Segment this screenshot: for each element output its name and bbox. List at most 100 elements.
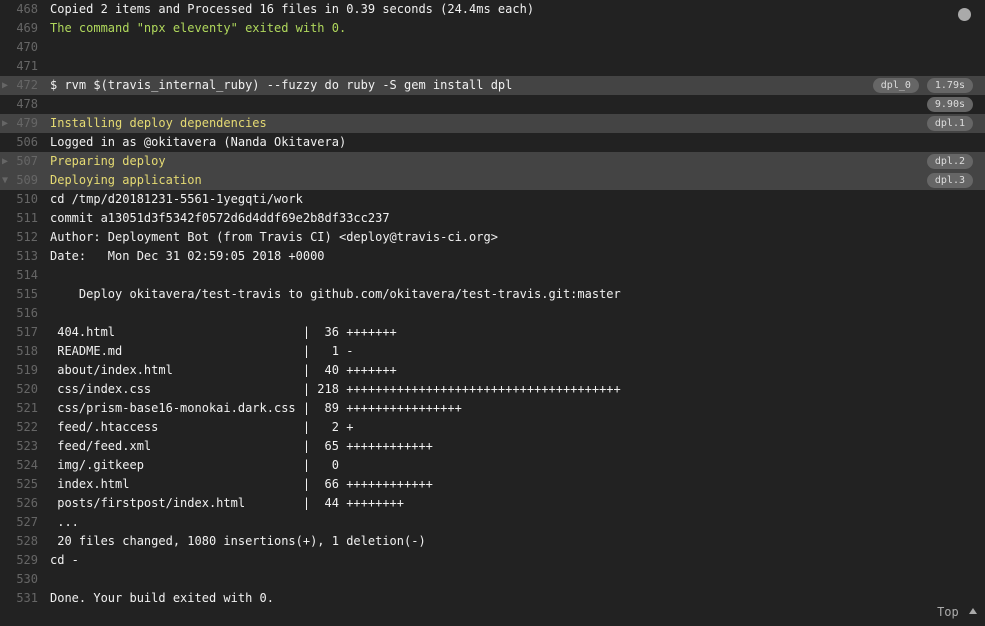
log-text: cd /tmp/d20181231-5561-1yegqti/work [50,190,985,209]
timing-badge: 1.79s [927,78,973,93]
log-text: css/index.css | 218 ++++++++++++++++++++… [50,380,985,399]
log-line: 469The command "npx eleventy" exited wit… [0,19,985,38]
line-number[interactable]: 510 [0,190,50,209]
line-number[interactable]: 518 [0,342,50,361]
log-line: 526 posts/firstpost/index.html | 44 ++++… [0,494,985,513]
log-line: 531Done. Your build exited with 0. [0,589,985,608]
log-line: 521 css/prism-base16-monokai.dark.css | … [0,399,985,418]
log-line: 513Date: Mon Dec 31 02:59:05 2018 +0000 [0,247,985,266]
log-text: 20 files changed, 1080 insertions(+), 1 … [50,532,985,551]
log-text: $ rvm $(travis_internal_ruby) --fuzzy do… [50,76,985,95]
log-text: feed/feed.xml | 65 ++++++++++++ [50,437,985,456]
log-text: feed/.htaccess | 2 + [50,418,985,437]
line-number[interactable]: 516 [0,304,50,323]
log-text: Deploy okitavera/test-travis to github.c… [50,285,985,304]
log-line: ▶472$ rvm $(travis_internal_ruby) --fuzz… [0,76,985,95]
log-line: 515 Deploy okitavera/test-travis to gith… [0,285,985,304]
log-line: 514 [0,266,985,285]
line-number[interactable]: 523 [0,437,50,456]
top-label: Top [937,605,959,619]
line-number[interactable]: 525 [0,475,50,494]
line-number[interactable]: 522 [0,418,50,437]
log-text: Logged in as @okitavera (Nanda Okitavera… [50,133,985,152]
log-line: ▼509Deploying applicationdpl.3 [0,171,985,190]
line-number[interactable]: 530 [0,570,50,589]
line-number[interactable]: 471 [0,57,50,76]
log-line: ▶507Preparing deploydpl.2 [0,152,985,171]
line-number[interactable]: 519 [0,361,50,380]
line-badges: dpl.2 [927,152,973,169]
line-number[interactable]: 470 [0,38,50,57]
log-text: img/.gitkeep | 0 [50,456,985,475]
log-line: 522 feed/.htaccess | 2 + [0,418,985,437]
log-line: 506Logged in as @okitavera (Nanda Okitav… [0,133,985,152]
line-number[interactable]: 512 [0,228,50,247]
timing-badge: dpl.3 [927,173,973,188]
log-line: 468Copied 2 items and Processed 16 files… [0,0,985,19]
line-number[interactable]: 469 [0,19,50,38]
line-badges: dpl.1 [927,114,973,131]
line-number[interactable]: 517 [0,323,50,342]
line-number[interactable]: 528 [0,532,50,551]
line-number[interactable]: 478 [0,95,50,114]
fold-closed-icon[interactable]: ▶ [2,114,16,133]
log-text: Date: Mon Dec 31 02:59:05 2018 +0000 [50,247,985,266]
line-number[interactable]: 531 [0,589,50,608]
log-line: 520 css/index.css | 218 ++++++++++++++++… [0,380,985,399]
line-badges: dpl.3 [927,171,973,188]
log-line: 517 404.html | 36 +++++++ [0,323,985,342]
timing-badge: dpl.1 [927,116,973,131]
log-text: index.html | 66 ++++++++++++ [50,475,985,494]
log-line: 523 feed/feed.xml | 65 ++++++++++++ [0,437,985,456]
log-line: 519 about/index.html | 40 +++++++ [0,361,985,380]
line-number[interactable]: 506 [0,133,50,152]
log-text: Installing deploy dependencies [50,114,985,133]
fold-open-icon[interactable]: ▼ [2,171,16,190]
log-text: commit a13051d3f5342f0572d6d4ddf69e2b8df… [50,209,985,228]
log-line: 470 [0,38,985,57]
log-line: 529cd - [0,551,985,570]
timing-badge: 9.90s [927,97,973,112]
log-line: 518 README.md | 1 - [0,342,985,361]
log-line: 512Author: Deployment Bot (from Travis C… [0,228,985,247]
log-text: README.md | 1 - [50,342,985,361]
line-badges: dpl_0 1.79s [873,76,973,93]
caret-up-icon [969,608,977,614]
log-line: 478 9.90s [0,95,985,114]
line-number[interactable]: 513 [0,247,50,266]
log-text: posts/firstpost/index.html | 44 ++++++++ [50,494,985,513]
log-text: Author: Deployment Bot (from Travis CI) … [50,228,985,247]
line-number[interactable]: 527 [0,513,50,532]
log-text: Deploying application [50,171,985,190]
log-text: css/prism-base16-monokai.dark.css | 89 +… [50,399,985,418]
fold-closed-icon[interactable]: ▶ [2,152,16,171]
line-badges: 9.90s [927,95,973,112]
line-number[interactable]: 468 [0,0,50,19]
log-line: 471 [0,57,985,76]
scroll-to-top-button[interactable]: Top [937,603,977,622]
line-number[interactable]: 524 [0,456,50,475]
line-number[interactable]: 515 [0,285,50,304]
line-number[interactable]: 521 [0,399,50,418]
log-text: The command "npx eleventy" exited with 0… [50,19,985,38]
log-line: 510cd /tmp/d20181231-5561-1yegqti/work [0,190,985,209]
log-text: 404.html | 36 +++++++ [50,323,985,342]
log-line: 525 index.html | 66 ++++++++++++ [0,475,985,494]
log-text: Copied 2 items and Processed 16 files in… [50,0,985,19]
log-line: 530 [0,570,985,589]
log-line: 511commit a13051d3f5342f0572d6d4ddf69e2b… [0,209,985,228]
fold-closed-icon[interactable]: ▶ [2,76,16,95]
log-text: Preparing deploy [50,152,985,171]
log-text: about/index.html | 40 +++++++ [50,361,985,380]
status-indicator[interactable] [958,8,971,21]
line-number[interactable]: 526 [0,494,50,513]
line-number[interactable]: 514 [0,266,50,285]
line-number[interactable]: 511 [0,209,50,228]
log-text: ... [50,513,985,532]
log-line: 524 img/.gitkeep | 0 [0,456,985,475]
line-number[interactable]: 529 [0,551,50,570]
log-line: 516 [0,304,985,323]
timing-badge: dpl_0 [873,78,919,93]
log-line: ▶479Installing deploy dependenciesdpl.1 [0,114,985,133]
line-number[interactable]: 520 [0,380,50,399]
